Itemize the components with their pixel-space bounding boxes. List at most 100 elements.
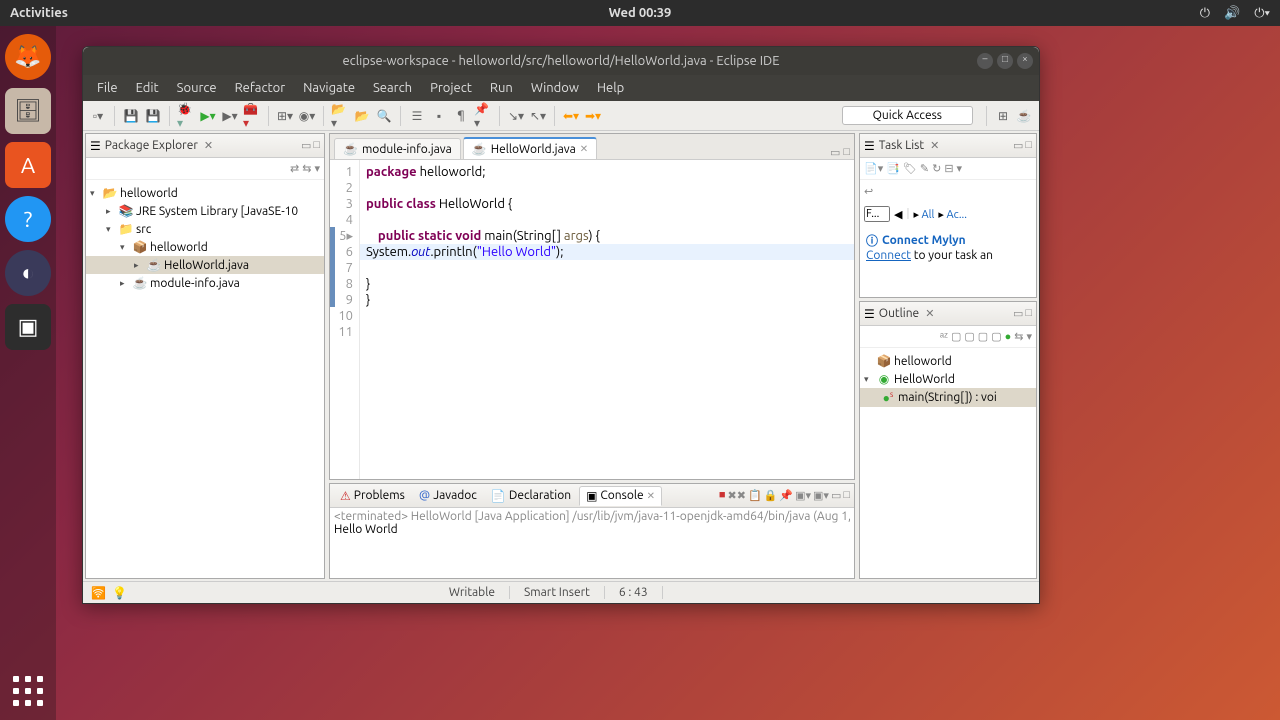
window-titlebar[interactable]: eclipse-workspace - helloworld/src/hello…: [83, 47, 1039, 75]
tab-module-info[interactable]: ☕ module-info.java: [334, 138, 461, 159]
terminate-button[interactable]: ■: [719, 489, 726, 502]
tab-helloworld[interactable]: ☕ HelloWorld.java ✕: [463, 137, 597, 159]
eclipse-launcher-icon[interactable]: ◐: [5, 250, 51, 296]
pin-button[interactable]: 📌▾: [474, 107, 492, 125]
code-editor[interactable]: 12345▸67891011 package helloworld; publi…: [330, 160, 854, 479]
new-task-button[interactable]: 📄▾: [864, 162, 883, 175]
package-explorer-tree[interactable]: ▾📂helloworld ▸📚JRE System Library [JavaS…: [86, 180, 324, 296]
view-menu-button[interactable]: ▾: [957, 162, 963, 175]
minimize-view-button[interactable]: ▭: [1013, 139, 1023, 152]
next-annotation-button[interactable]: ↘▾: [507, 107, 525, 125]
display-console-button[interactable]: ▣▾: [795, 489, 811, 502]
tab-console[interactable]: ▣Console✕: [579, 486, 662, 506]
tab-declaration[interactable]: 📄Declaration: [485, 487, 577, 505]
search-button[interactable]: 🔍: [375, 107, 393, 125]
close-tab-icon[interactable]: ✕: [580, 143, 588, 155]
collapse-all-button[interactable]: ⇄: [290, 162, 299, 175]
menu-source[interactable]: Source: [169, 78, 225, 98]
pin-console-button[interactable]: 📌: [779, 489, 793, 502]
terminal-launcher-icon[interactable]: ▣: [5, 304, 51, 350]
view-menu-button[interactable]: ▾: [1026, 330, 1032, 343]
hide-button[interactable]: ↩: [864, 185, 873, 198]
link-button[interactable]: ⇆: [1014, 330, 1023, 343]
connect-link[interactable]: Connect: [866, 249, 911, 262]
all-filter[interactable]: ▸ All: [913, 208, 934, 221]
quick-access[interactable]: Quick Access: [842, 106, 973, 125]
clear-console-button[interactable]: 📋: [748, 489, 762, 502]
minimize-view-button[interactable]: ▭: [1013, 307, 1023, 320]
link-editor-button[interactable]: ⇆: [302, 162, 311, 175]
menu-edit[interactable]: Edit: [128, 78, 167, 98]
prev-annotation-button[interactable]: ↖▾: [529, 107, 547, 125]
menu-run[interactable]: Run: [482, 78, 521, 98]
firefox-launcher-icon[interactable]: 🦊: [5, 34, 51, 80]
scroll-lock-button[interactable]: 🔒: [764, 489, 778, 502]
open-perspective-button[interactable]: ⊞: [994, 107, 1012, 125]
tab-problems[interactable]: ⚠Problems: [334, 487, 411, 505]
show-whitespace-button[interactable]: ¶: [452, 107, 470, 125]
tree-src[interactable]: src: [136, 223, 151, 236]
close-tab-icon[interactable]: ✕: [647, 490, 655, 502]
outline-pkg[interactable]: helloworld: [894, 355, 952, 368]
close-icon[interactable]: ✕: [930, 139, 939, 152]
tab-javadoc[interactable]: @Javadoc: [413, 487, 483, 504]
rss-icon[interactable]: 🛜: [91, 586, 106, 600]
activate-filter[interactable]: ▸ Ac...: [938, 208, 967, 221]
menu-navigate[interactable]: Navigate: [295, 78, 363, 98]
tree-file-helloworld[interactable]: HelloWorld.java: [164, 259, 249, 272]
save-all-button[interactable]: 💾: [144, 107, 162, 125]
menu-help[interactable]: Help: [589, 78, 632, 98]
menu-file[interactable]: File: [89, 78, 126, 98]
show-applications-button[interactable]: [13, 676, 43, 706]
hide-static-button[interactable]: ▢: [964, 330, 974, 343]
maximize-view-button[interactable]: □: [313, 139, 320, 152]
hide-local-button[interactable]: ▢: [991, 330, 1001, 343]
maximize-console-button[interactable]: □: [843, 489, 850, 502]
power-icon[interactable]: ⏻▾: [1254, 6, 1270, 21]
forward-button[interactable]: ➡▾: [584, 107, 602, 125]
volume-icon[interactable]: 🔊: [1224, 6, 1240, 21]
toggle-mark-button[interactable]: ☰: [408, 107, 426, 125]
outline-method[interactable]: main(String[]) : voi: [898, 391, 997, 404]
open-console-button[interactable]: ▣▾: [813, 489, 829, 502]
tree-project[interactable]: helloworld: [120, 187, 178, 200]
tip-icon[interactable]: 💡: [112, 586, 127, 600]
minimize-view-button[interactable]: ▭: [301, 139, 311, 152]
help-launcher-icon[interactable]: ?: [5, 196, 51, 242]
software-launcher-icon[interactable]: A: [5, 142, 51, 188]
synchronize-button[interactable]: ↻: [932, 162, 941, 175]
maximize-button[interactable]: □: [997, 53, 1013, 69]
open-type-button[interactable]: 📂▾: [331, 107, 349, 125]
new-button[interactable]: ▫▾: [89, 107, 107, 125]
menu-refactor[interactable]: Refactor: [227, 78, 294, 98]
new-package-button[interactable]: ⊞▾: [276, 107, 294, 125]
sort-button[interactable]: ᵃᶻ: [940, 331, 948, 343]
menu-search[interactable]: Search: [365, 78, 420, 98]
view-menu-button[interactable]: ▾: [314, 162, 320, 175]
find-input[interactable]: [864, 206, 890, 222]
minimize-console-button[interactable]: ▭: [831, 489, 841, 502]
maximize-view-button[interactable]: □: [1025, 307, 1032, 320]
remove-launch-button[interactable]: ✖✖: [728, 489, 746, 502]
minimize-editor-button[interactable]: ▭: [830, 146, 840, 159]
close-icon[interactable]: ✕: [925, 307, 934, 320]
menu-window[interactable]: Window: [523, 78, 587, 98]
hide-fields-button[interactable]: ▢: [951, 330, 961, 343]
files-launcher-icon[interactable]: 🗄: [5, 88, 51, 134]
menu-project[interactable]: Project: [422, 78, 480, 98]
minimize-button[interactable]: –: [977, 53, 993, 69]
toggle-block-button[interactable]: ▪: [430, 107, 448, 125]
close-button[interactable]: ×: [1017, 53, 1033, 69]
outline-class[interactable]: HelloWorld: [894, 373, 955, 386]
maximize-view-button[interactable]: □: [1025, 139, 1032, 152]
schedule-button[interactable]: 🏷: [903, 162, 917, 175]
tree-file-moduleinfo[interactable]: module-info.java: [150, 277, 240, 290]
java-perspective-button[interactable]: ☕: [1015, 107, 1033, 125]
save-button[interactable]: 💾: [122, 107, 140, 125]
focus-active-button[interactable]: ●: [1005, 331, 1012, 343]
categorize-button[interactable]: 📑: [886, 162, 900, 175]
clock[interactable]: Wed 00:39: [609, 6, 672, 20]
open-task-button[interactable]: 📂: [353, 107, 371, 125]
collapse-button[interactable]: ⊟: [944, 162, 953, 175]
focus-button[interactable]: ✎: [920, 162, 929, 175]
